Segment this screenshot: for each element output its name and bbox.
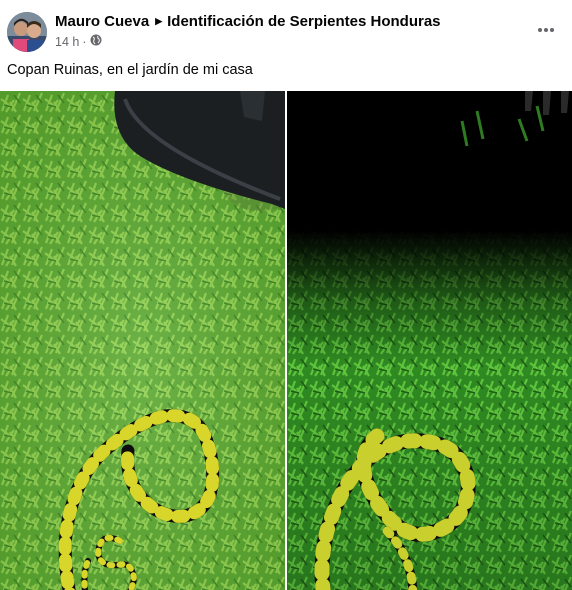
post-photo-1[interactable] [0,91,285,590]
avatar[interactable] [7,12,47,52]
post-photo-2[interactable] [287,91,572,590]
meta-separator: · [82,34,87,49]
snake-photo-night [287,91,572,590]
post-header: Mauro Cueva ▶ Identificación de Serpient… [0,0,572,56]
author-name-link[interactable]: Mauro Cueva [55,13,149,30]
photo-grid [0,91,572,590]
facebook-post: Mauro Cueva ▶ Identificación de Serpient… [0,0,572,590]
more-options-icon[interactable] [534,18,558,42]
post-author-line: Mauro Cueva ▶ Identificación de Serpient… [55,13,441,30]
snake-photo-daylight [0,91,285,590]
globe-icon[interactable] [90,34,102,49]
post-caption: Copan Ruinas, en el jardín de mi casa [7,62,253,78]
avatar-photo [7,12,47,52]
caret-right-icon: ▶ [155,16,163,26]
post-timestamp-link[interactable]: 14 h [55,35,79,49]
post-meta: 14 h · [55,34,102,49]
group-name-link[interactable]: Identificación de Serpientes Honduras [167,13,440,30]
